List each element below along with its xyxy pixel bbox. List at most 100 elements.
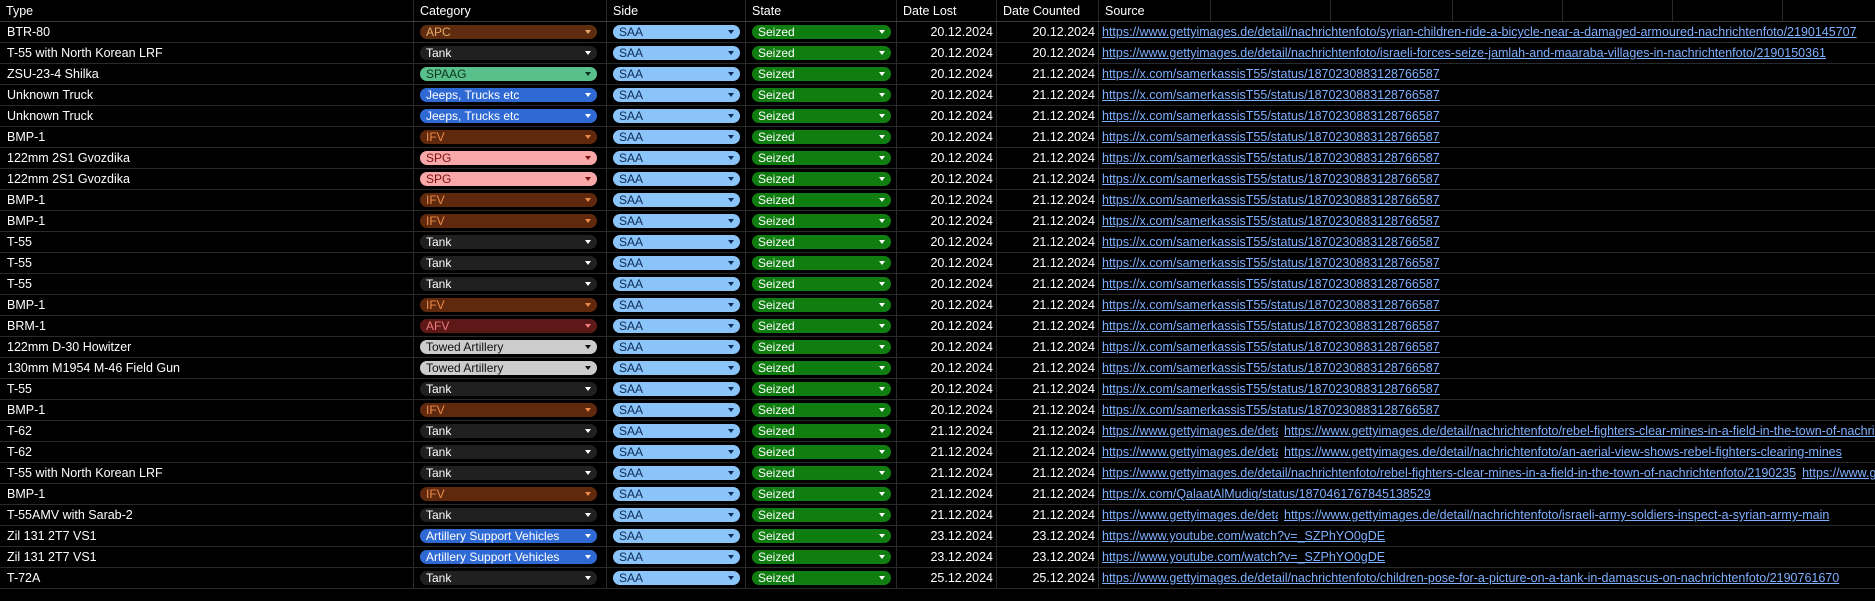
category-cell[interactable]: Tank xyxy=(414,463,607,483)
side-dropdown[interactable]: SAA xyxy=(613,382,740,396)
header-category[interactable]: Category xyxy=(414,0,607,21)
state-cell[interactable]: Seized xyxy=(746,505,897,525)
category-dropdown[interactable]: Tank xyxy=(420,256,597,270)
side-dropdown[interactable]: SAA xyxy=(613,25,740,39)
state-dropdown[interactable]: Seized xyxy=(752,109,891,123)
side-cell[interactable]: SAA xyxy=(607,85,746,105)
date-counted-cell[interactable]: 21.12.2024 xyxy=(997,316,1099,336)
state-cell[interactable]: Seized xyxy=(746,106,897,126)
source-link[interactable]: https://x.com/samerkassisT55/status/1870… xyxy=(1102,382,1440,396)
category-cell[interactable]: Tank xyxy=(414,568,607,588)
source-cell[interactable]: https://x.com/samerkassisT55/status/1870… xyxy=(1099,148,1875,168)
side-cell[interactable]: SAA xyxy=(607,568,746,588)
category-cell[interactable]: Artillery Support Vehicles xyxy=(414,547,607,567)
side-dropdown[interactable]: SAA xyxy=(613,130,740,144)
date-lost-cell[interactable]: 20.12.2024 xyxy=(897,106,997,126)
side-cell[interactable]: SAA xyxy=(607,484,746,504)
date-counted-cell[interactable]: 20.12.2024 xyxy=(997,22,1099,42)
state-cell[interactable]: Seized xyxy=(746,295,897,315)
source-cell[interactable]: https://x.com/samerkassisT55/status/1870… xyxy=(1099,379,1875,399)
state-dropdown[interactable]: Seized xyxy=(752,361,891,375)
side-cell[interactable]: SAA xyxy=(607,232,746,252)
source-link[interactable]: https://x.com/samerkassisT55/status/1870… xyxy=(1102,214,1440,228)
source-link[interactable]: https://x.com/samerkassisT55/status/1870… xyxy=(1102,340,1440,354)
date-lost-cell[interactable]: 20.12.2024 xyxy=(897,232,997,252)
date-lost-cell[interactable]: 20.12.2024 xyxy=(897,358,997,378)
source-cell[interactable]: https://x.com/samerkassisT55/status/1870… xyxy=(1099,127,1875,147)
type-cell[interactable]: 130mm M1954 M-46 Field Gun xyxy=(0,358,414,378)
category-dropdown[interactable]: AFV xyxy=(420,319,597,333)
category-dropdown[interactable]: Artillery Support Vehicles xyxy=(420,529,597,543)
state-cell[interactable]: Seized xyxy=(746,190,897,210)
date-lost-cell[interactable]: 20.12.2024 xyxy=(897,85,997,105)
source-link[interactable]: https://www.gettyimages.de/detail/nachri… xyxy=(1102,25,1857,39)
date-lost-cell[interactable]: 20.12.2024 xyxy=(897,316,997,336)
state-cell[interactable]: Seized xyxy=(746,526,897,546)
type-cell[interactable]: T-72A xyxy=(0,568,414,588)
date-counted-cell[interactable]: 21.12.2024 xyxy=(997,337,1099,357)
side-dropdown[interactable]: SAA xyxy=(613,487,740,501)
state-dropdown[interactable]: Seized xyxy=(752,277,891,291)
source-link-2[interactable]: https://www.gettyimages.de/detail/nachri… xyxy=(1802,466,1875,480)
type-cell[interactable]: T-55 xyxy=(0,379,414,399)
date-counted-cell[interactable]: 23.12.2024 xyxy=(997,547,1099,567)
date-counted-cell[interactable]: 21.12.2024 xyxy=(997,463,1099,483)
side-dropdown[interactable]: SAA xyxy=(613,319,740,333)
date-lost-cell[interactable]: 20.12.2024 xyxy=(897,127,997,147)
state-cell[interactable]: Seized xyxy=(746,169,897,189)
side-dropdown[interactable]: SAA xyxy=(613,277,740,291)
source-cell[interactable]: https://x.com/samerkassisT55/status/1870… xyxy=(1099,316,1875,336)
category-dropdown[interactable]: IFV xyxy=(420,130,597,144)
source-link[interactable]: https://x.com/samerkassisT55/status/1870… xyxy=(1102,235,1440,249)
date-lost-cell[interactable]: 21.12.2024 xyxy=(897,421,997,441)
type-cell[interactable]: Unknown Truck xyxy=(0,85,414,105)
type-cell[interactable]: BMP-1 xyxy=(0,190,414,210)
date-lost-cell[interactable]: 21.12.2024 xyxy=(897,463,997,483)
side-dropdown[interactable]: SAA xyxy=(613,214,740,228)
side-dropdown[interactable]: SAA xyxy=(613,445,740,459)
source-link[interactable]: https://x.com/samerkassisT55/status/1870… xyxy=(1102,130,1440,144)
source-cell[interactable]: https://x.com/samerkassisT55/status/1870… xyxy=(1099,337,1875,357)
date-counted-cell[interactable]: 21.12.2024 xyxy=(997,211,1099,231)
side-cell[interactable]: SAA xyxy=(607,547,746,567)
source-link[interactable]: https://x.com/samerkassisT55/status/1870… xyxy=(1102,109,1440,123)
date-counted-cell[interactable]: 21.12.2024 xyxy=(997,232,1099,252)
date-lost-cell[interactable]: 20.12.2024 xyxy=(897,253,997,273)
type-cell[interactable]: BMP-1 xyxy=(0,211,414,231)
date-counted-cell[interactable]: 21.12.2024 xyxy=(997,379,1099,399)
category-cell[interactable]: Tank xyxy=(414,232,607,252)
state-dropdown[interactable]: Seized xyxy=(752,151,891,165)
date-counted-cell[interactable]: 21.12.2024 xyxy=(997,295,1099,315)
side-cell[interactable]: SAA xyxy=(607,211,746,231)
side-dropdown[interactable]: SAA xyxy=(613,88,740,102)
header-date-lost[interactable]: Date Lost xyxy=(897,0,997,21)
source-cell[interactable]: https://www.gettyimages.de/detail/nachri… xyxy=(1099,43,1875,63)
source-cell[interactable]: https://x.com/samerkassisT55/status/1870… xyxy=(1099,400,1875,420)
state-dropdown[interactable]: Seized xyxy=(752,235,891,249)
date-counted-cell[interactable]: 21.12.2024 xyxy=(997,85,1099,105)
side-cell[interactable]: SAA xyxy=(607,463,746,483)
side-cell[interactable]: SAA xyxy=(607,379,746,399)
state-cell[interactable]: Seized xyxy=(746,85,897,105)
type-cell[interactable]: T-55 xyxy=(0,274,414,294)
type-cell[interactable]: T-55 xyxy=(0,232,414,252)
type-cell[interactable]: T-55 xyxy=(0,253,414,273)
date-counted-cell[interactable]: 21.12.2024 xyxy=(997,442,1099,462)
date-counted-cell[interactable]: 21.12.2024 xyxy=(997,253,1099,273)
date-lost-cell[interactable]: 20.12.2024 xyxy=(897,379,997,399)
side-cell[interactable]: SAA xyxy=(607,43,746,63)
category-dropdown[interactable]: Jeeps, Trucks etc xyxy=(420,109,597,123)
side-dropdown[interactable]: SAA xyxy=(613,256,740,270)
source-cell[interactable]: https://www.gettyimages.de/detail/nachri… xyxy=(1099,22,1875,42)
category-cell[interactable]: IFV xyxy=(414,400,607,420)
side-cell[interactable]: SAA xyxy=(607,148,746,168)
side-cell[interactable]: SAA xyxy=(607,169,746,189)
source-cell[interactable]: https://www.youtube.com/watch?v=_SZPhYO0… xyxy=(1099,547,1875,567)
category-dropdown[interactable]: Tank xyxy=(420,424,597,438)
header-source[interactable]: Source xyxy=(1099,0,1875,21)
category-cell[interactable]: Tank xyxy=(414,421,607,441)
date-counted-cell[interactable]: 20.12.2024 xyxy=(997,43,1099,63)
category-dropdown[interactable]: Tank xyxy=(420,277,597,291)
state-dropdown[interactable]: Seized xyxy=(752,403,891,417)
source-cell[interactable]: https://www.gettyimages.de/detail/nachri… xyxy=(1099,568,1875,588)
